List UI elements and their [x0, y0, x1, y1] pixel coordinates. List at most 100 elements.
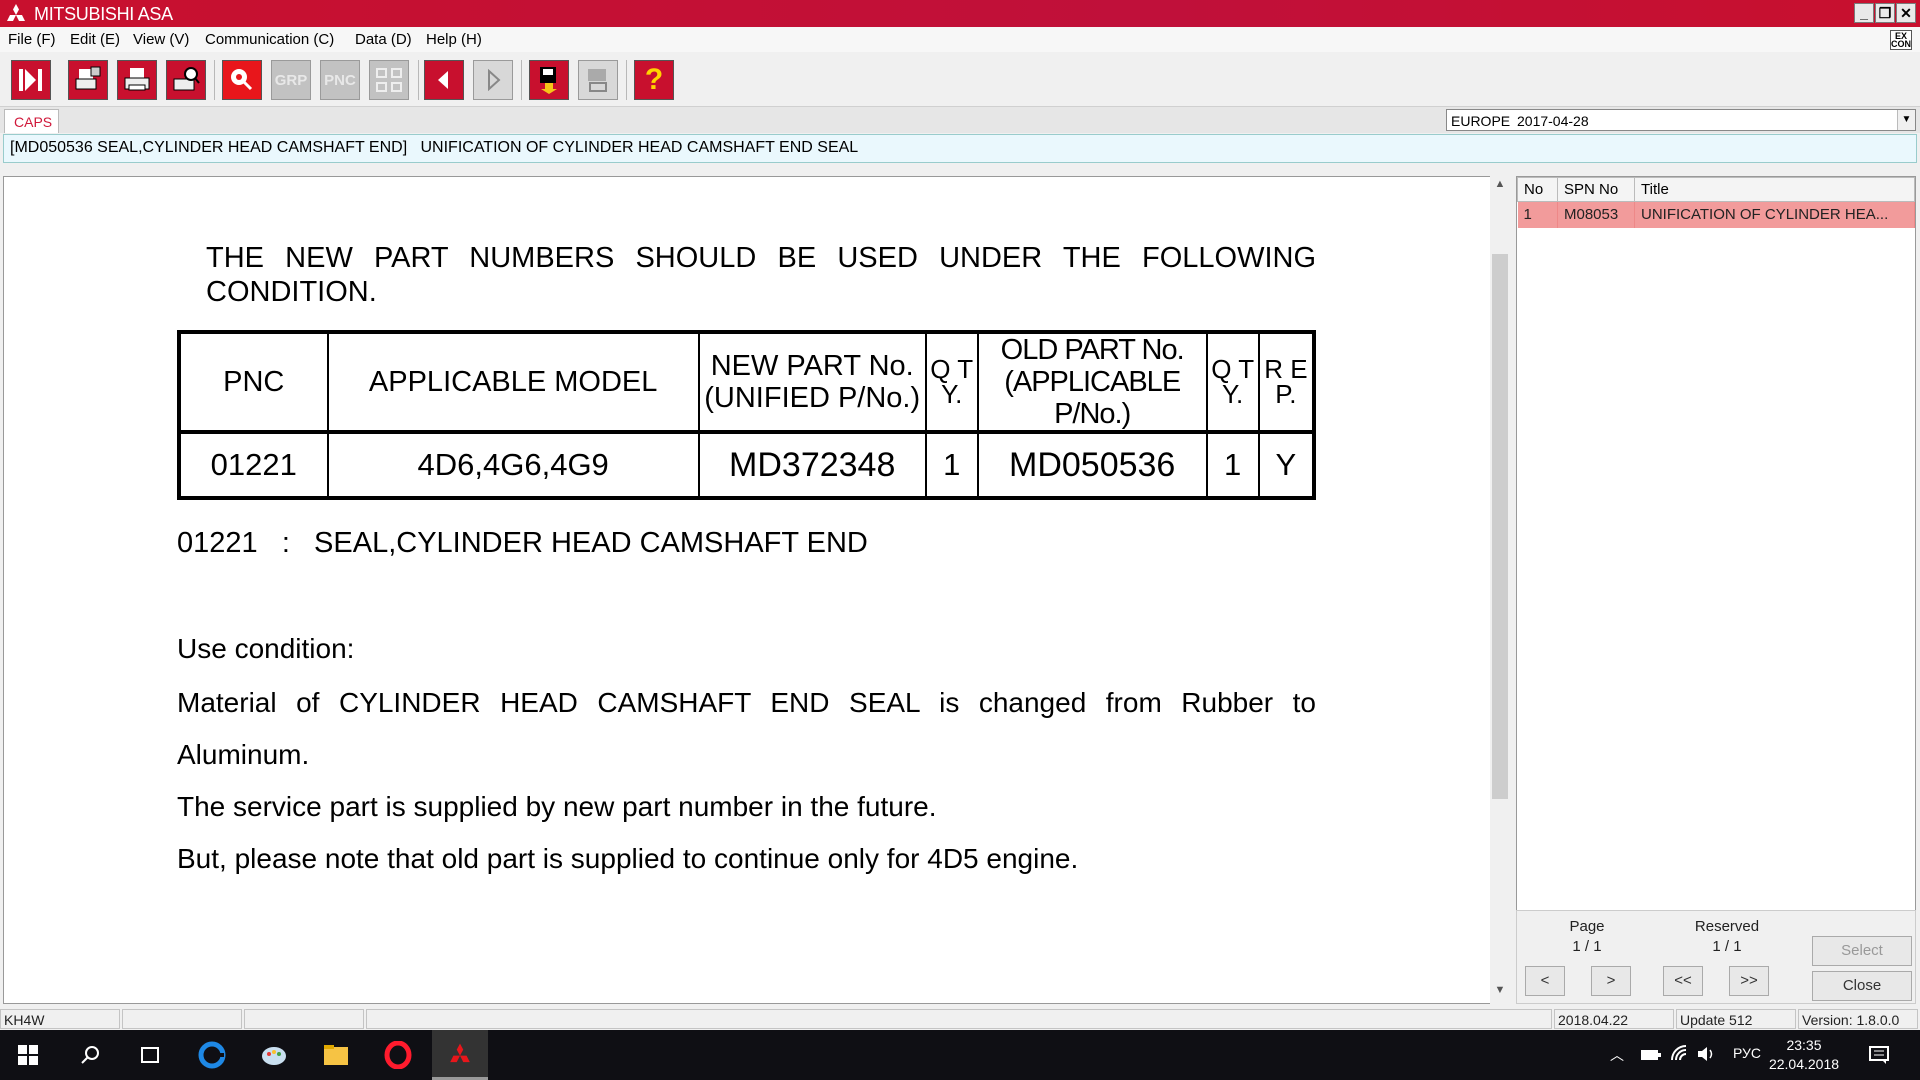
- taskbar: ︿ РУС 23:35 22.04.2018: [0, 1030, 1920, 1080]
- menu-view[interactable]: View (V): [133, 31, 189, 48]
- print-search-button[interactable]: [166, 60, 206, 100]
- header-qty-new: Q T Y.: [924, 331, 979, 434]
- header-title[interactable]: Title: [1634, 177, 1915, 202]
- chevron-down-icon[interactable]: ▼: [1897, 110, 1915, 130]
- status-bar: KH4W 2018.04.22 Update 512 Version: 1.8.…: [0, 1008, 1920, 1030]
- help-button[interactable]: ?: [634, 60, 674, 100]
- pnc-caption: 01221 : SEAL,CYLINDER HEAD CAMSHAFT END: [177, 527, 868, 559]
- menu-file[interactable]: File (F): [8, 31, 56, 48]
- taskbar-mitsubishi[interactable]: [432, 1030, 488, 1080]
- ex-con-icon[interactable]: EX CON: [1890, 30, 1912, 50]
- taskbar-edge[interactable]: [184, 1030, 240, 1080]
- menu-help[interactable]: Help (H): [426, 31, 482, 48]
- layout-button[interactable]: [369, 60, 409, 100]
- start-button[interactable]: [0, 1030, 56, 1080]
- volume-icon[interactable]: [1696, 1045, 1716, 1063]
- header-new-part-line1: NEW PART No.: [710, 350, 914, 382]
- notifications-icon[interactable]: [1868, 1044, 1890, 1066]
- table-row[interactable]: 1 M08053 UNIFICATION OF CYLINDER HEA...: [1517, 201, 1915, 228]
- toolbar: GRP PNC ?: [0, 52, 1920, 107]
- spn-list-panel: No SPN No Title 1 M08053 UNIFICATION OF …: [1516, 176, 1916, 1004]
- taskbar-opera[interactable]: [370, 1030, 426, 1080]
- language-indicator[interactable]: РУС: [1733, 1045, 1761, 1061]
- print-setup-icon: [75, 66, 101, 90]
- cell-rep: Y: [1257, 431, 1316, 499]
- header-no[interactable]: No: [1517, 177, 1558, 202]
- status-empty-1: [122, 1009, 242, 1029]
- cell-model: 4D6,4G6,4G9: [326, 431, 700, 499]
- back-button[interactable]: [424, 60, 464, 100]
- grp-button[interactable]: GRP: [271, 60, 311, 100]
- wifi-icon[interactable]: [1670, 1044, 1690, 1064]
- row-no: 1: [1517, 201, 1558, 228]
- menu-edit[interactable]: Edit (E): [70, 31, 120, 48]
- print-preview-button[interactable]: [68, 60, 108, 100]
- header-spn-no[interactable]: SPN No: [1557, 177, 1635, 202]
- search-icon: [81, 1046, 99, 1064]
- close-window-button[interactable]: ✕: [1896, 3, 1916, 23]
- menu-data[interactable]: Data (D): [355, 31, 412, 48]
- cell-new-part: MD372348: [697, 431, 927, 499]
- cell-qty-new: 1: [924, 431, 979, 499]
- toolbar-separator: [521, 60, 522, 100]
- row-title: UNIFICATION OF CYLINDER HEA...: [1634, 201, 1915, 228]
- arrow-right-icon: [488, 69, 501, 91]
- battery-icon[interactable]: [1640, 1048, 1662, 1062]
- clock-time: 23:35: [1786, 1037, 1822, 1053]
- reserved-label: Reserved: [1694, 918, 1760, 935]
- next-page-button[interactable]: >: [1591, 966, 1631, 996]
- minimize-button[interactable]: _: [1854, 3, 1874, 23]
- zoom-search-button[interactable]: [222, 60, 262, 100]
- header-rep: R E P.: [1257, 331, 1316, 434]
- tray-chevron-up-icon[interactable]: ︿: [1610, 1045, 1624, 1065]
- status-empty-3: [366, 1009, 1552, 1029]
- scroll-up-icon[interactable]: ▲: [1490, 178, 1510, 196]
- task-view-button[interactable]: [122, 1030, 178, 1080]
- region-select[interactable]: EUROPE 2017-04-28 ▼: [1446, 109, 1916, 131]
- header-old-part-line2: (APPLICABLE P/No.): [1004, 366, 1181, 430]
- taskbar-paint[interactable]: [246, 1030, 302, 1080]
- exit-button[interactable]: [11, 60, 51, 100]
- status-model: KH4W: [0, 1009, 120, 1029]
- select-button[interactable]: Select: [1812, 936, 1912, 966]
- cell-old-part: MD050536: [976, 431, 1208, 499]
- page-value: 1 / 1: [1572, 938, 1602, 955]
- use-condition-paragraph-2: The service part is supplied by new part…: [177, 791, 937, 822]
- first-page-button[interactable]: <<: [1663, 966, 1703, 996]
- search-button[interactable]: [62, 1030, 118, 1080]
- row-spn-no: M08053: [1557, 201, 1635, 228]
- system-clock[interactable]: 23:35 22.04.2018: [1764, 1036, 1844, 1074]
- page-label: Page: [1569, 918, 1605, 935]
- restore-button[interactable]: ❐: [1875, 3, 1895, 23]
- taskbar-explorer[interactable]: [308, 1030, 364, 1080]
- header-applicable-model: APPLICABLE MODEL: [326, 331, 700, 434]
- close-button[interactable]: Close: [1812, 971, 1912, 1001]
- last-page-button[interactable]: >>: [1729, 966, 1769, 996]
- task-view-icon: [141, 1047, 159, 1063]
- use-condition-heading: Use condition:: [177, 633, 355, 664]
- save-button[interactable]: [529, 60, 569, 100]
- folder-icon: [324, 1045, 348, 1065]
- parts-table: PNC APPLICABLE MODEL NEW PART No. (UNIFI…: [177, 330, 1316, 500]
- scroll-down-icon[interactable]: ▼: [1490, 984, 1510, 1002]
- forward-button[interactable]: [473, 60, 513, 100]
- pnc-button[interactable]: PNC: [320, 60, 360, 100]
- status-date: 2018.04.22: [1554, 1009, 1674, 1029]
- header-new-part: NEW PART No. (UNIFIED P/No.): [697, 331, 927, 434]
- menu-communication[interactable]: Communication (C): [205, 31, 334, 48]
- scroll-thumb[interactable]: [1492, 254, 1508, 799]
- edge-browser-icon: [198, 1041, 226, 1069]
- grid-layout-icon: [376, 68, 402, 92]
- tab-caps[interactable]: CAPS: [4, 109, 59, 133]
- clock-date: 22.04.2018: [1768, 1056, 1840, 1072]
- toolbar-separator: [626, 60, 627, 100]
- folder-export-icon: [588, 69, 607, 92]
- export-button[interactable]: [578, 60, 618, 100]
- document-pane: THE NEW PART NUMBERS SHOULD BE USED UNDE…: [3, 176, 1497, 1004]
- prev-page-button[interactable]: <: [1525, 966, 1565, 996]
- spn-table: No SPN No Title 1 M08053 UNIFICATION OF …: [1517, 177, 1915, 228]
- print-button[interactable]: [117, 60, 157, 100]
- document-scrollbar[interactable]: ▲ ▼: [1490, 176, 1510, 1004]
- status-version: Version: 1.8.0.0: [1798, 1009, 1918, 1029]
- opera-icon: [384, 1041, 412, 1069]
